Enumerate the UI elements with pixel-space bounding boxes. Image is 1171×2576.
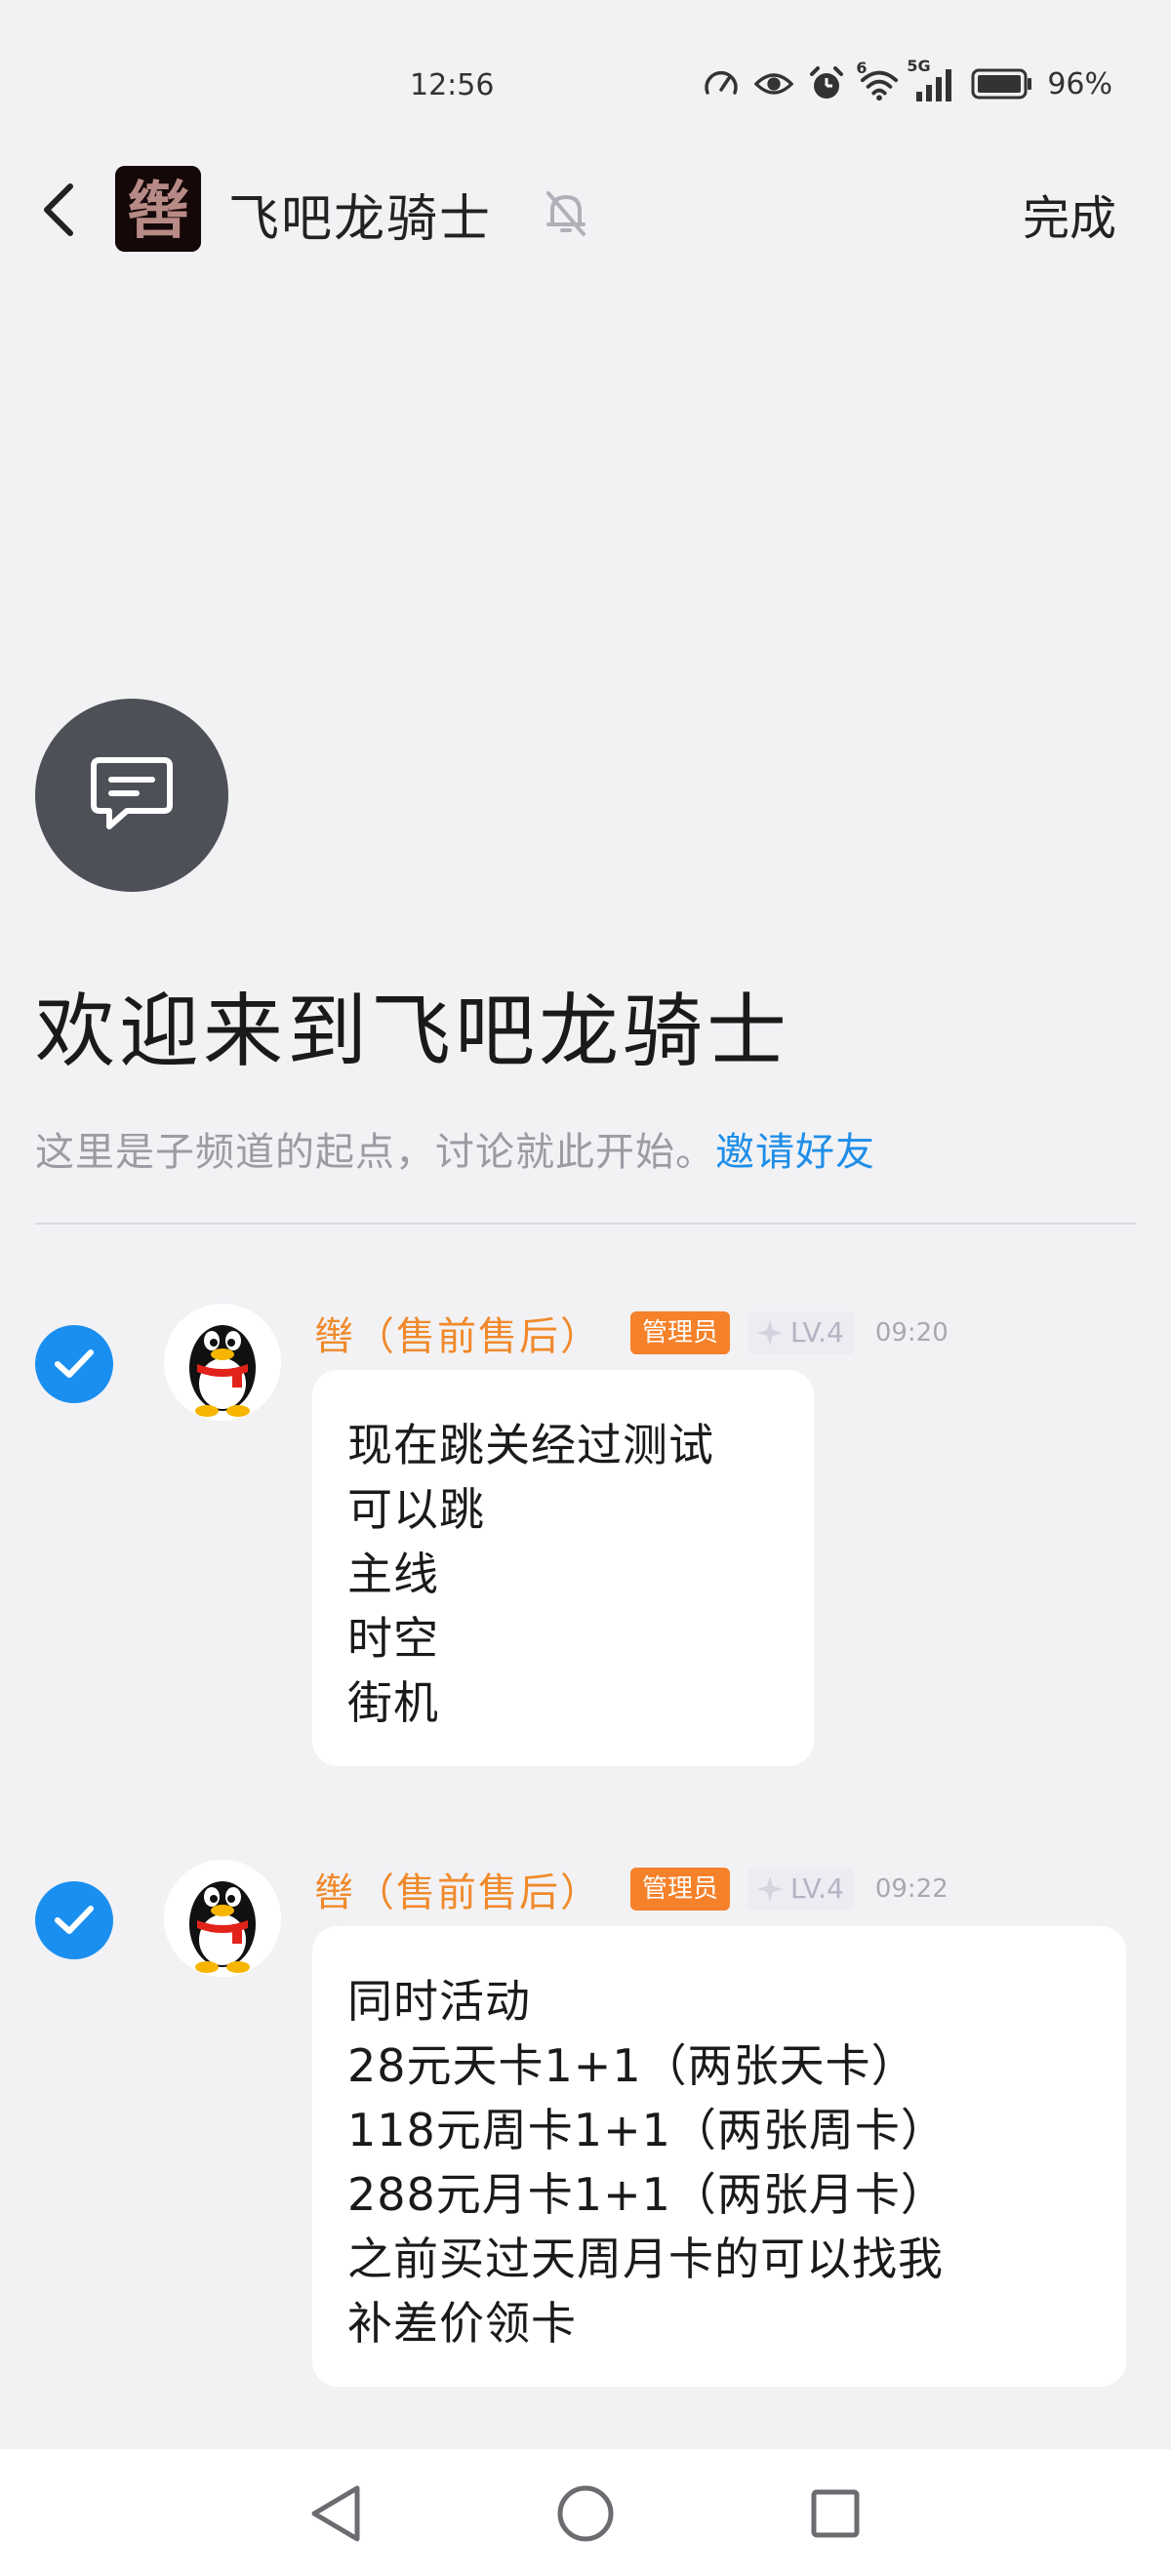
role-badge: 管理员 [630,1868,731,1911]
message-line: 28元天卡1+1（两张天卡） [347,2039,917,2092]
triangle-back-icon [311,2485,360,2542]
message-meta: 辔（售前售后） 管理员 LV.4 09:20 [314,1305,949,1361]
welcome-title: 欢迎来到飞吧龙骑士 [35,986,791,1078]
message-bubble[interactable]: 同时活动 28元天卡1+1（两张天卡） 118元周卡1+1（两张周卡） 288元… [312,1926,1126,2387]
channel-avatar-char: 辔 [127,175,189,248]
nav-recents-button[interactable] [798,2476,872,2551]
message-line: 主线 [347,1548,439,1600]
signal-icon: 5G [907,57,957,103]
alarm-icon [807,64,846,103]
battery-percent: 96% [1047,66,1112,101]
message-line: 之前买过天周月卡的可以找我 [347,2233,944,2285]
message-line: 118元周卡1+1（两张周卡） [347,2104,947,2156]
bell-muted-icon [539,185,593,240]
message-line: 补差价领卡 [347,2297,577,2350]
battery-icon [971,64,1033,103]
message-bubble[interactable]: 现在跳关经过测试 可以跳 主线 时空 街机 [312,1370,814,1766]
select-checkbox[interactable] [35,1325,113,1403]
welcome-subtitle-text: 这里是子频道的起点，讨论就此开始。 [35,1130,715,1175]
circle-home-icon [557,2485,614,2542]
done-button[interactable]: 完成 [1023,180,1116,248]
message-time: 09:22 [874,1874,949,1904]
nav-back-button[interactable] [299,2476,373,2551]
channel-avatar[interactable]: 辔 [115,166,201,252]
invite-friends-link[interactable]: 邀请好友 [715,1130,875,1175]
message-time: 09:20 [874,1318,949,1348]
sender-name[interactable]: 辔（售前售后） [314,1305,601,1361]
status-bar: 12:56 6 5G 96% [0,57,1171,117]
avatar[interactable] [164,1304,281,1421]
back-arrow-icon [44,183,73,236]
avatar[interactable] [164,1860,281,1977]
level-star-icon [757,1320,784,1346]
message-line: 可以跳 [347,1483,485,1536]
channel-welcome-icon [35,699,228,892]
status-icons: 6 5G 96% [702,57,1112,103]
eye-icon [754,64,794,103]
role-badge: 管理员 [630,1311,731,1354]
message-meta: 辔（售前售后） 管理员 LV.4 09:22 [314,1861,949,1917]
welcome-subtitle: 这里是子频道的起点，讨论就此开始。邀请好友 [35,1120,875,1177]
message-line: 时空 [347,1612,439,1665]
message-line: 现在跳关经过测试 [347,1419,714,1471]
system-nav-bar [0,2449,1171,2576]
message-line: 288元月卡1+1（两张月卡） [347,2168,947,2221]
wifi-badge: 6 [856,59,868,77]
sender-name[interactable]: 辔（售前售后） [314,1861,601,1917]
message-line: 街机 [347,1676,439,1729]
channel-title: 飞吧龙骑士 [228,190,493,249]
message-item: 辔（售前售后） 管理员 LV.4 09:22 同时活动 28元天卡1+1（两张天… [0,1860,1171,2396]
level-text: LV.4 [790,1316,844,1348]
wifi-icon: 6 [856,59,899,103]
message-item: 辔（售前售后） 管理员 LV.4 09:20 现在跳关经过测试 可以跳 主线 时… [0,1304,1171,1772]
divider [35,1223,1136,1225]
level-star-icon [757,1876,784,1902]
level-badge: LV.4 [747,1311,854,1354]
status-time: 12:56 [410,68,495,102]
level-text: LV.4 [790,1872,844,1905]
level-badge: LV.4 [747,1868,854,1911]
square-recents-icon [811,2489,860,2538]
nav-home-button[interactable] [548,2476,623,2551]
select-checkbox[interactable] [35,1881,113,1959]
channel-header: 辔 飞吧龙骑士 完成 [0,156,1171,263]
checkmark-icon [55,1906,94,1934]
speedometer-icon [702,64,741,103]
checkmark-icon [55,1349,94,1378]
penguin-avatar-icon [164,1304,281,1421]
message-line: 同时活动 [347,1975,531,2028]
back-button[interactable] [29,176,88,244]
penguin-avatar-icon [164,1860,281,1977]
network-label: 5G [907,57,931,75]
chat-bubble-icon [91,757,173,829]
